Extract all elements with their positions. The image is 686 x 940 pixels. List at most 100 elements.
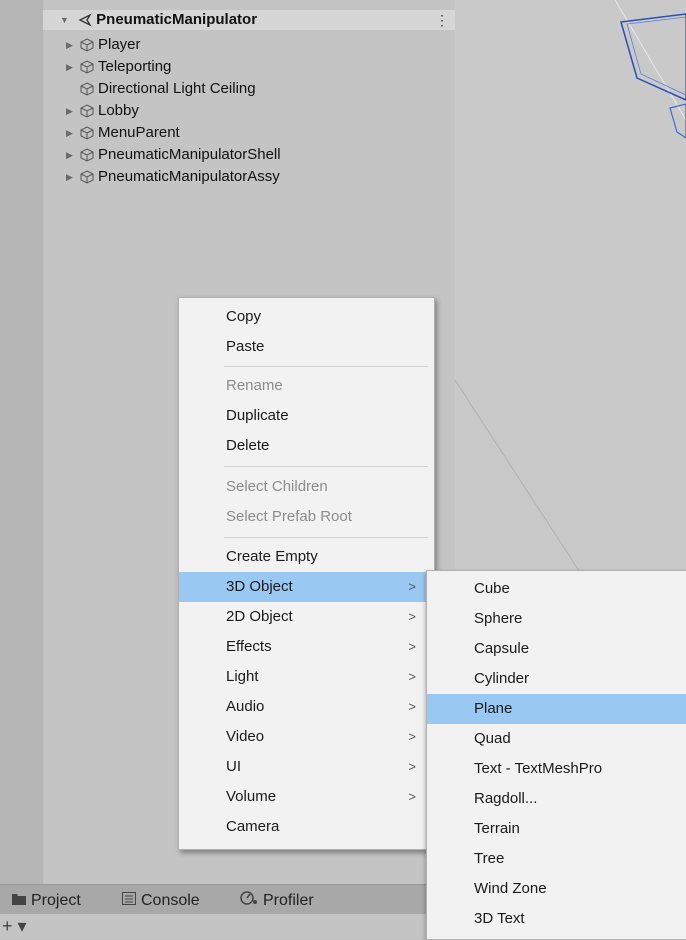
- scene-title: PneumaticManipulator: [96, 11, 258, 28]
- submenu-item-label: Plane: [474, 700, 513, 717]
- menu-item-audio[interactable]: Audio >: [179, 692, 434, 722]
- menu-item-label: Create Empty: [226, 548, 318, 565]
- menu-divider: [224, 366, 428, 367]
- submenu-item-plane[interactable]: Plane: [427, 694, 686, 724]
- submenu-item-3d-text[interactable]: 3D Text: [427, 904, 686, 934]
- menu-item-camera[interactable]: Camera: [179, 812, 434, 842]
- menu-item-label: Select Prefab Root: [226, 508, 352, 525]
- triangle-right-icon[interactable]: ▶: [66, 100, 80, 122]
- menu-item-label: Copy: [226, 308, 262, 325]
- submenu-item-label: Terrain: [474, 820, 520, 837]
- add-dropdown-button[interactable]: + ▾: [2, 914, 27, 938]
- triangle-right-icon[interactable]: ▶: [66, 56, 80, 78]
- hierarchy-item-shell[interactable]: ▶ PneumaticManipulatorShell: [66, 144, 281, 166]
- submenu-item-capsule[interactable]: Capsule: [427, 634, 686, 664]
- menu-item-label: Camera: [226, 818, 280, 835]
- chevron-right-icon: >: [408, 759, 416, 774]
- hierarchy-gutter: [0, 0, 43, 884]
- cube-icon: [80, 60, 94, 74]
- submenu-item-tree[interactable]: Tree: [427, 844, 686, 874]
- menu-item-label: Audio: [226, 698, 265, 715]
- submenu-item-ragdoll[interactable]: Ragdoll...: [427, 784, 686, 814]
- submenu-item-label: Wind Zone: [474, 880, 547, 897]
- hierarchy-item-player[interactable]: ▶ Player: [66, 34, 141, 56]
- triangle-right-icon[interactable]: ▶: [66, 166, 80, 188]
- menu-item-label: Volume: [226, 788, 277, 805]
- cube-icon: [80, 148, 94, 162]
- cube-icon: [80, 38, 94, 52]
- hierarchy-item-directional-light[interactable]: Directional Light Ceiling: [80, 78, 256, 100]
- menu-item-select-prefab-root[interactable]: Select Prefab Root: [179, 502, 434, 532]
- cube-icon: [80, 104, 94, 118]
- submenu-item-label: Capsule: [474, 640, 530, 657]
- hierarchy-context-menu: Copy Paste Rename Duplicate Delete Selec…: [178, 297, 435, 850]
- menu-item-create-empty[interactable]: Create Empty: [179, 542, 434, 572]
- menu-divider: [224, 537, 428, 538]
- menu-item-rename[interactable]: Rename: [179, 371, 434, 401]
- triangle-down-icon[interactable]: ▼: [60, 9, 74, 31]
- scene-row[interactable]: ▼ PneumaticManipulator: [60, 9, 257, 31]
- menu-item-3d-object[interactable]: 3D Object >: [179, 572, 434, 602]
- submenu-item-label: Text - TextMeshPro: [474, 760, 603, 777]
- submenu-item-wind-zone[interactable]: Wind Zone: [427, 874, 686, 904]
- hierarchy-item-menuparent[interactable]: ▶ MenuParent: [66, 122, 180, 144]
- triangle-right-icon[interactable]: ▶: [66, 144, 80, 166]
- menu-item-duplicate[interactable]: Duplicate: [179, 401, 434, 431]
- menu-item-video[interactable]: Video >: [179, 722, 434, 752]
- hierarchy-item-label: PneumaticManipulatorShell: [98, 146, 281, 163]
- kebab-menu-icon[interactable]: ⋮: [435, 10, 449, 30]
- menu-item-label: Delete: [226, 437, 270, 454]
- triangle-right-icon[interactable]: ▶: [66, 34, 80, 56]
- submenu-item-quad[interactable]: Quad: [427, 724, 686, 754]
- menu-divider: [224, 466, 428, 467]
- menu-item-label: Paste: [226, 338, 265, 355]
- submenu-item-cube[interactable]: Cube: [427, 574, 686, 604]
- menu-item-delete[interactable]: Delete: [179, 431, 434, 461]
- console-icon: [122, 885, 136, 917]
- project-toolbar: + ▾: [0, 914, 455, 938]
- menu-item-label: UI: [226, 758, 241, 775]
- submenu-item-label: Ragdoll...: [474, 790, 538, 807]
- hierarchy-item-label: PneumaticManipulatorAssy: [98, 168, 280, 185]
- tab-profiler[interactable]: Profiler: [240, 885, 314, 915]
- tab-console[interactable]: Console: [122, 885, 200, 915]
- menu-item-label: Rename: [226, 377, 283, 394]
- submenu-item-label: Tree: [474, 850, 505, 867]
- cube-icon: [80, 82, 94, 96]
- hierarchy-item-assy[interactable]: ▶ PneumaticManipulatorAssy: [66, 166, 280, 188]
- chevron-right-icon: >: [408, 609, 416, 624]
- hierarchy-item-label: MenuParent: [98, 124, 180, 141]
- menu-item-paste[interactable]: Paste: [179, 332, 434, 362]
- menu-item-effects[interactable]: Effects >: [179, 632, 434, 662]
- tab-project[interactable]: Project: [12, 885, 81, 915]
- menu-item-label: 3D Object: [226, 578, 293, 595]
- hierarchy-item-label: Player: [98, 36, 141, 53]
- folder-icon: [12, 885, 26, 917]
- menu-item-label: 2D Object: [226, 608, 293, 625]
- submenu-item-label: Cylinder: [474, 670, 530, 687]
- menu-item-2d-object[interactable]: 2D Object >: [179, 602, 434, 632]
- bottom-tab-bar: Project Console Profiler: [0, 884, 455, 915]
- submenu-item-sphere[interactable]: Sphere: [427, 604, 686, 634]
- menu-item-ui[interactable]: UI >: [179, 752, 434, 782]
- menu-item-select-children[interactable]: Select Children: [179, 472, 434, 502]
- profiler-icon: [240, 885, 258, 917]
- menu-item-copy[interactable]: Copy: [179, 302, 434, 332]
- submenu-item-cylinder[interactable]: Cylinder: [427, 664, 686, 694]
- chevron-right-icon: >: [408, 579, 416, 594]
- chevron-right-icon: >: [408, 639, 416, 654]
- hierarchy-item-teleporting[interactable]: ▶ Teleporting: [66, 56, 171, 78]
- cube-icon: [80, 170, 94, 184]
- menu-item-label: Select Children: [226, 478, 328, 495]
- menu-item-label: Duplicate: [226, 407, 289, 424]
- hierarchy-item-lobby[interactable]: ▶ Lobby: [66, 100, 139, 122]
- menu-item-volume[interactable]: Volume >: [179, 782, 434, 812]
- tab-label: Profiler: [263, 892, 314, 910]
- menu-item-light[interactable]: Light >: [179, 662, 434, 692]
- hierarchy-item-label: Lobby: [98, 102, 139, 119]
- triangle-right-icon[interactable]: ▶: [66, 122, 80, 144]
- submenu-item-terrain[interactable]: Terrain: [427, 814, 686, 844]
- submenu-item-textmeshpro[interactable]: Text - TextMeshPro: [427, 754, 686, 784]
- menu-item-label: Video: [226, 728, 265, 745]
- submenu-item-label: Sphere: [474, 610, 523, 627]
